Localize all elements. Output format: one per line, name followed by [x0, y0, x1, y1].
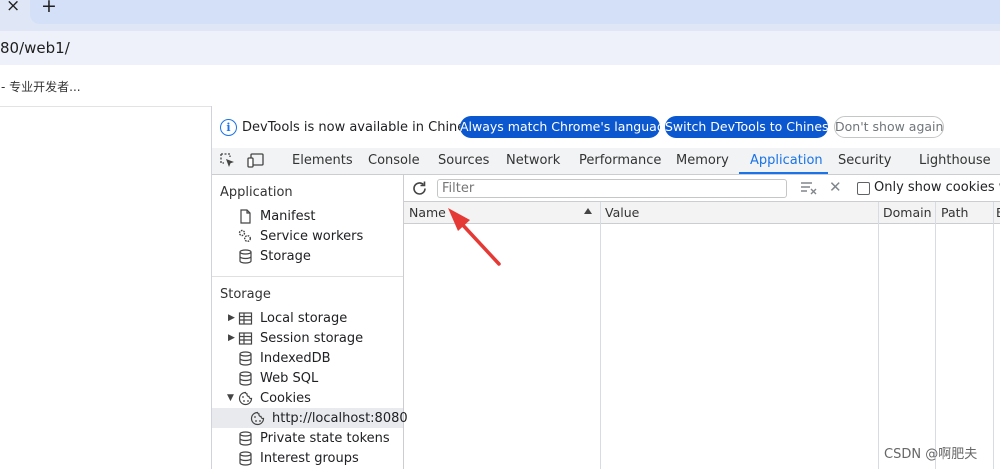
- cookie-icon: [250, 411, 265, 426]
- column-divider[interactable]: [878, 202, 879, 469]
- sidebar-item-web-sql[interactable]: Web SQL: [260, 371, 318, 386]
- tab-elements[interactable]: Elements: [292, 153, 353, 168]
- active-tab-indicator: [739, 172, 828, 174]
- tab-performance[interactable]: Performance: [579, 153, 661, 168]
- section-title-storage: Storage: [220, 287, 271, 302]
- sidebar-item-session-storage[interactable]: Session storage: [260, 331, 363, 346]
- delete-selected-icon[interactable]: ✕: [829, 178, 842, 196]
- browser-tab-area: [30, 0, 1000, 24]
- table-icon: [238, 312, 253, 325]
- collapse-arrow-icon[interactable]: ▼: [227, 393, 234, 403]
- switch-to-chinese-button[interactable]: Switch DevTools to Chinese: [665, 116, 836, 138]
- annotation-arrow-icon: [448, 208, 501, 266]
- section-title-application: Application: [220, 185, 293, 200]
- database-icon: [239, 371, 252, 386]
- refresh-icon[interactable]: [411, 180, 428, 197]
- cookie-icon: [238, 391, 253, 406]
- bookmark-item[interactable]: - 专业开发者...: [1, 78, 81, 95]
- clear-filtered-cookies-icon[interactable]: [800, 180, 818, 195]
- sidebar-item-service-workers[interactable]: Service workers: [260, 229, 363, 244]
- tab-sources[interactable]: Sources: [438, 153, 489, 168]
- sidebar-item-manifest[interactable]: Manifest: [260, 209, 315, 224]
- column-value[interactable]: Value: [605, 205, 639, 220]
- tab-application[interactable]: Application: [750, 153, 823, 168]
- database-icon: [239, 451, 252, 466]
- sidebar-divider: [212, 276, 403, 277]
- info-icon: i: [220, 119, 237, 136]
- only-show-issues-checkbox[interactable]: [857, 182, 870, 195]
- database-icon: [239, 431, 252, 446]
- address-bar[interactable]: [0, 31, 1000, 65]
- watermark-text: CSDN @啊肥夫: [884, 447, 978, 462]
- sidebar-item-indexeddb[interactable]: IndexedDB: [260, 351, 331, 366]
- sidebar-item-local-storage[interactable]: Local storage: [260, 311, 347, 326]
- column-divider[interactable]: [993, 202, 994, 469]
- always-match-language-button[interactable]: Always match Chrome's language: [460, 116, 672, 138]
- url-text[interactable]: 80/web1/: [0, 39, 70, 57]
- document-icon: [240, 209, 251, 224]
- filter-input[interactable]: [437, 179, 787, 198]
- expand-arrow-icon[interactable]: ▶: [228, 313, 235, 323]
- tab-console[interactable]: Console: [368, 153, 420, 168]
- sidebar-item-cookies[interactable]: Cookies: [260, 391, 311, 406]
- tab-memory[interactable]: Memory: [676, 153, 729, 168]
- sidebar-item-interest-groups[interactable]: Interest groups: [260, 451, 359, 466]
- sidebar-item-cookie-origin[interactable]: http://localhost:8080: [272, 411, 408, 426]
- sidebar-item-private-state-tokens[interactable]: Private state tokens: [260, 431, 390, 446]
- tab-security[interactable]: Security: [838, 153, 891, 168]
- infobar-message: DevTools is now available in Chinese!: [242, 120, 486, 135]
- column-divider[interactable]: [935, 202, 936, 469]
- tab-network[interactable]: Network: [506, 153, 560, 168]
- bookmarks-bar: [0, 66, 1000, 107]
- column-divider[interactable]: [600, 202, 601, 469]
- column-expires[interactable]: E: [996, 205, 1000, 220]
- new-tab-button[interactable]: +: [41, 0, 57, 17]
- device-toolbar-icon[interactable]: [247, 153, 264, 168]
- expand-arrow-icon[interactable]: ▶: [228, 333, 235, 343]
- column-path[interactable]: Path: [941, 205, 968, 220]
- column-domain[interactable]: Domain: [883, 205, 932, 220]
- gears-icon: [238, 229, 251, 242]
- database-icon: [239, 249, 252, 264]
- inspect-element-icon[interactable]: [220, 153, 235, 168]
- close-tab-icon[interactable]: ×: [6, 0, 20, 16]
- sort-ascending-icon[interactable]: [584, 208, 592, 214]
- sidebar-item-storage[interactable]: Storage: [260, 249, 311, 264]
- dont-show-again-button[interactable]: Don't show again: [834, 116, 944, 138]
- tab-lighthouse[interactable]: Lighthouse: [919, 153, 991, 168]
- database-icon: [239, 351, 252, 366]
- only-show-issues-label: Only show cookies wit: [874, 180, 1000, 195]
- table-icon: [238, 332, 253, 345]
